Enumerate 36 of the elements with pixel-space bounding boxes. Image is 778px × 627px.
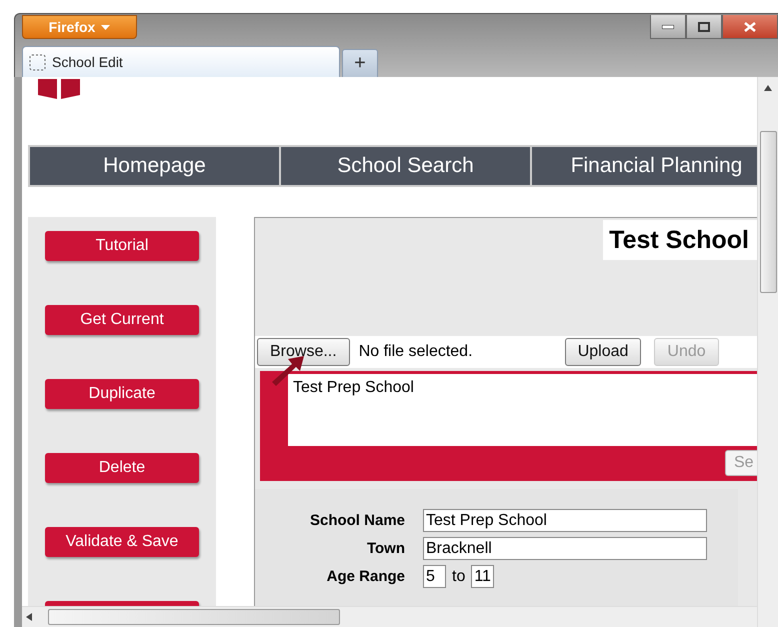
new-tab-button[interactable]: + bbox=[342, 49, 378, 77]
blank-page-icon bbox=[29, 54, 46, 70]
close-button[interactable] bbox=[722, 15, 778, 39]
browse-button[interactable]: Browse... bbox=[257, 338, 350, 366]
upload-button[interactable]: Upload bbox=[564, 338, 642, 366]
description-field[interactable]: Test Prep School bbox=[288, 374, 757, 446]
field-label: School Name bbox=[308, 512, 405, 529]
school-name-field[interactable]: Test Prep School bbox=[423, 509, 707, 532]
range-separator: to bbox=[452, 568, 466, 586]
nav-link[interactable]: Homepage bbox=[30, 147, 279, 185]
close-icon bbox=[744, 22, 756, 32]
age-to-field[interactable]: 11 bbox=[471, 565, 494, 588]
field-label: Town bbox=[366, 540, 405, 557]
sidebar-button[interactable]: Validate & Save bbox=[45, 527, 199, 557]
maximize-icon bbox=[698, 22, 710, 32]
book-logo-icon bbox=[38, 79, 80, 99]
sidebar-button[interactable]: Delete bbox=[45, 453, 199, 483]
minimize-button[interactable] bbox=[650, 15, 686, 39]
nav-link[interactable]: Financial Planning bbox=[532, 147, 757, 185]
town-field[interactable]: Bracknell bbox=[423, 537, 707, 560]
field-label: Age Range bbox=[326, 568, 405, 585]
nav-link[interactable]: School Search bbox=[281, 147, 530, 185]
horizontal-scrollbar-thumb[interactable] bbox=[48, 609, 340, 625]
scroll-left-icon[interactable] bbox=[26, 613, 32, 621]
sidebar-button[interactable]: Get Current bbox=[45, 305, 199, 335]
age-from-field[interactable]: 5 bbox=[423, 565, 446, 588]
minimize-icon bbox=[662, 24, 674, 28]
sidebar-button[interactable]: Duplicate bbox=[45, 379, 199, 409]
caret-icon bbox=[101, 24, 110, 30]
file-status: No file selected. bbox=[358, 343, 474, 361]
maximize-button[interactable] bbox=[686, 15, 722, 39]
school-title: Test School bbox=[603, 220, 757, 260]
vertical-scrollbar-thumb[interactable] bbox=[760, 131, 776, 293]
sidebar-button[interactable]: Tutorial bbox=[45, 231, 199, 261]
scroll-up-icon[interactable] bbox=[764, 85, 772, 91]
browser-tab[interactable]: School Edit bbox=[22, 46, 340, 77]
